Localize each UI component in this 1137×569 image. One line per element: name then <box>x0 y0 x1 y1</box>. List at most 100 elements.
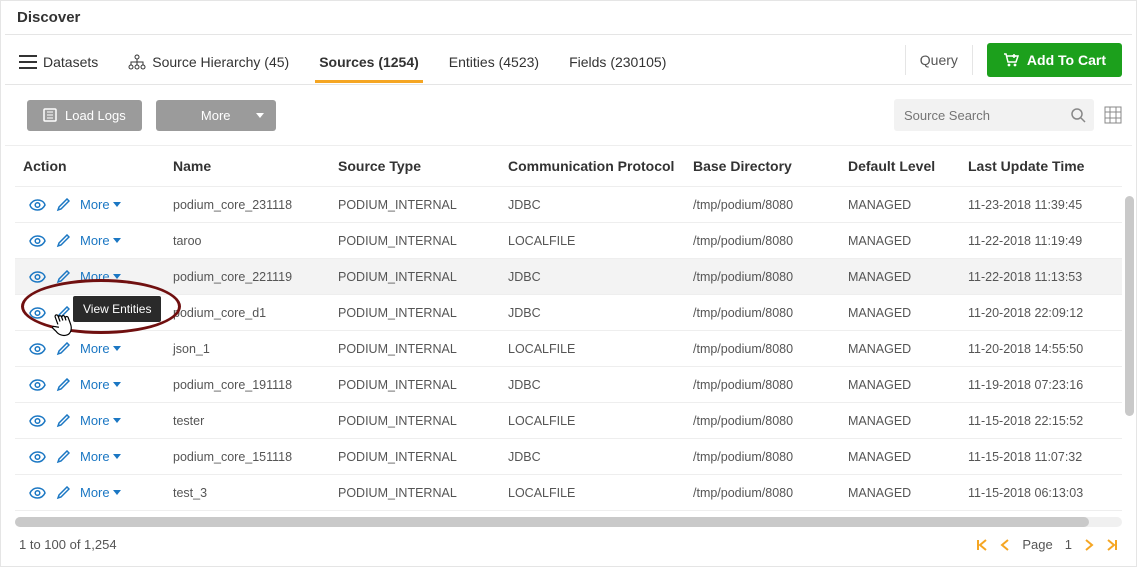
table-row[interactable]: Morepodium_core_221119PODIUM_INTERNALJDB… <box>15 259 1122 295</box>
table-row[interactable]: Morepodium_core_d1PODIUM_INTERNALJDBC/tm… <box>15 295 1122 331</box>
query-link[interactable]: Query <box>920 52 958 68</box>
next-page-icon[interactable] <box>1084 539 1094 551</box>
row-more-link[interactable]: More <box>80 233 121 248</box>
chevron-down-icon <box>113 238 121 243</box>
table-row[interactable]: MoretesterPODIUM_INTERNALLOCALFILE/tmp/p… <box>15 403 1122 439</box>
cell-sourceType: PODIUM_INTERNAL <box>338 342 508 356</box>
cell-sourceType: PODIUM_INTERNAL <box>338 486 508 500</box>
cell-name: taroo <box>173 234 338 248</box>
view-icon[interactable] <box>29 235 46 247</box>
load-logs-button[interactable]: Load Logs <box>27 100 142 131</box>
cell-sourceType: PODIUM_INTERNAL <box>338 450 508 464</box>
action-cell: More <box>23 269 173 284</box>
edit-icon[interactable] <box>56 270 70 284</box>
cell-name: tester <box>173 414 338 428</box>
tab-entities[interactable]: Entities (4523) <box>445 44 543 82</box>
cell-protocol: JDBC <box>508 306 693 320</box>
row-more-link[interactable]: More <box>80 197 121 212</box>
row-more-link[interactable]: More <box>80 269 121 284</box>
row-more-link[interactable]: More <box>80 449 121 464</box>
table-row[interactable]: Morepodium_core_151118PODIUM_INTERNALJDB… <box>15 439 1122 475</box>
tab-sources[interactable]: Sources (1254) <box>315 44 423 82</box>
cell-updated: 11-22-2018 11:19:49 <box>968 234 1128 248</box>
table-row[interactable]: Morepodium_core_231118PODIUM_INTERNALJDB… <box>15 187 1122 223</box>
tab-label: Sources (1254) <box>319 54 419 70</box>
cell-level: MANAGED <box>848 270 968 284</box>
row-more-link[interactable]: More <box>80 377 121 392</box>
cell-name: json_1 <box>173 342 338 356</box>
cell-sourceType: PODIUM_INTERNAL <box>338 270 508 284</box>
cell-level: MANAGED <box>848 234 968 248</box>
chevron-down-icon <box>113 490 121 495</box>
row-range: 1 to 100 of 1,254 <box>19 537 117 552</box>
tab-datasets[interactable]: Datasets <box>15 44 102 82</box>
tab-label: Source Hierarchy (45) <box>152 54 289 70</box>
source-search-input[interactable] <box>894 99 1094 131</box>
edit-icon[interactable] <box>56 342 70 356</box>
cell-baseDir: /tmp/podium/8080 <box>693 378 848 392</box>
view-icon[interactable] <box>29 415 46 427</box>
cell-updated: 11-19-2018 07:23:16 <box>968 378 1128 392</box>
table-row[interactable]: Moretest_3PODIUM_INTERNALLOCALFILE/tmp/p… <box>15 475 1122 511</box>
cell-name: test_3 <box>173 486 338 500</box>
edit-icon[interactable] <box>56 450 70 464</box>
table-row[interactable]: MoretarooPODIUM_INTERNALLOCALFILE/tmp/po… <box>15 223 1122 259</box>
col-source-type: Source Type <box>338 158 508 174</box>
cell-updated: 11-20-2018 22:09:12 <box>968 306 1128 320</box>
edit-icon[interactable] <box>56 414 70 428</box>
page-title: Discover <box>5 1 1132 35</box>
table-row[interactable]: Morepodium_core_191118PODIUM_INTERNALJDB… <box>15 367 1122 403</box>
row-more-link[interactable]: More <box>80 413 121 428</box>
prev-page-icon[interactable] <box>1000 539 1010 551</box>
tab-source-hierarchy[interactable]: Source Hierarchy (45) <box>124 44 293 82</box>
view-icon[interactable] <box>29 307 46 319</box>
cell-level: MANAGED <box>848 486 968 500</box>
chevron-down-icon <box>256 113 264 118</box>
edit-icon[interactable] <box>56 234 70 248</box>
tab-fields[interactable]: Fields (230105) <box>565 44 670 82</box>
more-label: More <box>80 413 110 428</box>
cell-updated: 11-20-2018 14:55:50 <box>968 342 1128 356</box>
col-protocol: Communication Protocol <box>508 158 693 174</box>
view-icon[interactable] <box>29 379 46 391</box>
last-page-icon[interactable] <box>1106 539 1118 551</box>
view-icon[interactable] <box>29 343 46 355</box>
first-page-icon[interactable] <box>976 539 988 551</box>
row-more-link[interactable]: More <box>80 341 121 356</box>
chevron-down-icon <box>113 382 121 387</box>
more-button[interactable]: More <box>156 100 276 131</box>
col-updated: Last Update Time <box>968 158 1128 174</box>
view-icon[interactable] <box>29 451 46 463</box>
search-text[interactable] <box>902 107 1071 124</box>
search-icon[interactable] <box>1071 108 1086 123</box>
view-icon[interactable] <box>29 199 46 211</box>
cell-protocol: LOCALFILE <box>508 342 693 356</box>
edit-icon[interactable] <box>56 198 70 212</box>
vertical-scrollbar[interactable] <box>1125 196 1134 416</box>
grid-view-icon[interactable] <box>1104 106 1122 124</box>
cell-sourceType: PODIUM_INTERNAL <box>338 234 508 248</box>
view-icon[interactable] <box>29 487 46 499</box>
toolbar: Load Logs More <box>5 85 1132 146</box>
cell-updated: 11-23-2018 11:39:45 <box>968 198 1128 212</box>
cell-level: MANAGED <box>848 414 968 428</box>
edit-icon[interactable] <box>56 486 70 500</box>
view-icon[interactable] <box>29 271 46 283</box>
add-to-cart-button[interactable]: Add To Cart <box>987 43 1122 77</box>
cart-icon <box>1003 52 1019 68</box>
cell-protocol: LOCALFILE <box>508 414 693 428</box>
row-more-link[interactable]: More <box>80 485 121 500</box>
horizontal-scrollbar[interactable] <box>15 517 1122 527</box>
col-name: Name <box>173 158 338 174</box>
table-row[interactable]: Morejson_1PODIUM_INTERNALLOCALFILE/tmp/p… <box>15 331 1122 367</box>
more-label: More <box>80 449 110 464</box>
more-label: More <box>80 269 110 284</box>
cell-baseDir: /tmp/podium/8080 <box>693 450 848 464</box>
edit-icon[interactable] <box>56 378 70 392</box>
action-cell: More <box>23 449 173 464</box>
button-label: Add To Cart <box>1027 52 1106 68</box>
table-footer: 1 to 100 of 1,254 Page 1 <box>5 527 1132 562</box>
action-cell: More <box>23 413 173 428</box>
cell-level: MANAGED <box>848 306 968 320</box>
action-cell: More <box>23 485 173 500</box>
